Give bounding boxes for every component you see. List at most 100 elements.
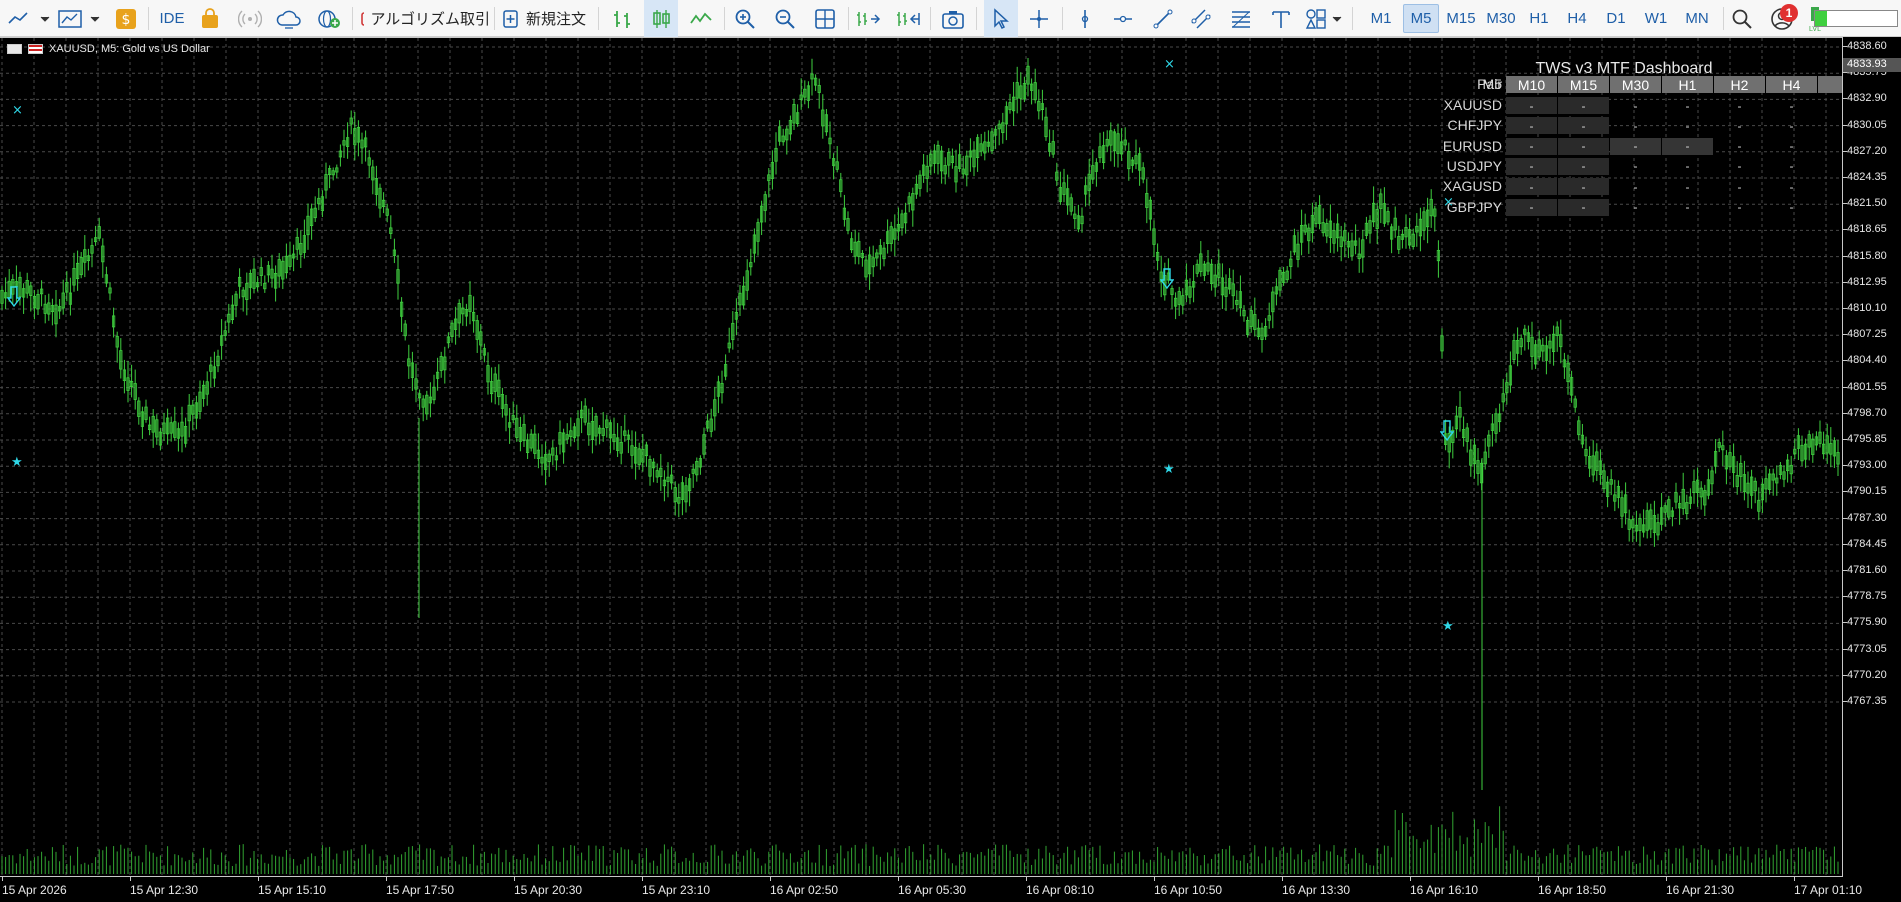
timeframe-h1[interactable]: H1 (1521, 4, 1557, 33)
time-axis[interactable]: 15 Apr 2026 15 Apr 12:30 15 Apr 15:10 15 Ap… (0, 877, 1862, 902)
timeframe-m30[interactable]: M30 (1481, 4, 1521, 33)
timeframe-label: D1 (1606, 10, 1626, 27)
dashboard-head-m30: M30 (1610, 76, 1661, 93)
new-order-button[interactable]: 新規注文 (502, 0, 594, 37)
timeframe-w1[interactable]: W1 (1637, 4, 1675, 33)
market-button[interactable]: $ (112, 0, 140, 37)
timeframe-m15[interactable]: M15 (1441, 4, 1481, 33)
dashboard-cell: - (1685, 179, 1690, 194)
dashboard-cell: - (1685, 118, 1690, 133)
dashboard-head-h2: H2 (1714, 76, 1765, 93)
toolbar-separator (724, 7, 725, 30)
crosshair-tool-button[interactable] (1024, 0, 1054, 37)
dashboard-cell: - (1506, 198, 1557, 216)
dashboard-cell: - (1789, 200, 1794, 214)
time-label: 15 Apr 15:10 (258, 883, 327, 897)
screenshot-button[interactable] (938, 0, 968, 37)
tile-windows-button[interactable] (810, 0, 840, 37)
zoom-out-button[interactable] (770, 0, 800, 37)
dashboard-cell: - (1506, 117, 1557, 135)
us-flag-icon (28, 44, 43, 54)
toolbar-separator (1062, 7, 1063, 30)
dashboard-head-blank (1818, 76, 1842, 93)
price-label: 4781.60 (1847, 564, 1887, 576)
price-label: 4827.20 (1847, 144, 1887, 157)
candlestick-chart-button[interactable] (644, 0, 678, 37)
price-label: 4821.50 (1847, 197, 1887, 210)
level-progress-bar (1814, 10, 1898, 27)
time-label: 16 Apr 10:50 (1154, 883, 1223, 897)
trendline-button[interactable] (1148, 0, 1178, 37)
dashboard-cell: - (1737, 98, 1742, 113)
sell-arrow-icon (1440, 420, 1454, 442)
time-tick (514, 877, 515, 881)
time-tick (1282, 877, 1283, 881)
dashboard-head-m10: M10 (1506, 76, 1557, 93)
templates-dropdown[interactable] (56, 0, 102, 37)
candlestick-icon (653, 9, 670, 28)
timeframe-mn[interactable]: MN (1677, 4, 1717, 33)
price-label: 4773.05 (1847, 642, 1887, 655)
dashboard-head-h4: H4 (1766, 76, 1817, 93)
signals-button[interactable] (236, 0, 264, 37)
dashboard-symbol: EURUSD (1442, 137, 1502, 154)
dashboard-cell: - (1633, 179, 1638, 194)
autoscroll-button[interactable] (892, 0, 924, 37)
zoom-in-icon (735, 9, 755, 29)
timeframe-m5[interactable]: M5 (1403, 4, 1439, 33)
chart-type-dropdown[interactable] (6, 0, 52, 37)
time-label: 16 Apr 08:10 (1026, 883, 1095, 897)
zoom-in-button[interactable] (730, 0, 760, 37)
chart-window[interactable]: XAUUSD, M5: Gold vs US Dollar × × × ★ ★ … (0, 37, 1901, 902)
algo-trading-button[interactable]: アルゴリズム取引 (360, 0, 490, 37)
x-marker: × (1164, 57, 1175, 72)
dashboard-cell: - (1737, 200, 1742, 214)
channel-button[interactable] (1186, 0, 1216, 37)
dashboard-cell: - (1558, 97, 1609, 114)
time-label: 16 Apr 16:10 (1410, 883, 1479, 897)
horizontal-line-button[interactable] (1108, 0, 1138, 37)
dashboard-cell: - (1633, 200, 1638, 214)
text-icon (1272, 10, 1290, 28)
dashboard-cell: - (1558, 137, 1609, 155)
time-label: 15 Apr 20:30 (514, 883, 583, 897)
main-toolbar: $ IDE アルゴリズム取引 新規注文 M1 M5 M15 M30 H1 H4 … (0, 0, 1901, 37)
price-label: 4801.55 (1847, 380, 1887, 393)
price-label: 4824.35 (1847, 171, 1887, 183)
timeframe-h4[interactable]: H4 (1559, 4, 1595, 33)
price-label: 4815.80 (1847, 249, 1887, 262)
market-bag-button[interactable] (196, 0, 224, 37)
dashboard-cell: - (1662, 137, 1713, 155)
price-label: 4793.00 (1847, 459, 1887, 472)
price-label: 4807.25 (1847, 328, 1887, 341)
line-chart-button[interactable] (684, 0, 718, 37)
timeframe-label: W1 (1644, 10, 1668, 27)
chart-symbol-label: XAUUSD, M5: Gold vs US Dollar (49, 43, 210, 55)
price-axis[interactable]: 4838.60 4835.75 4832.90 4830.05 4827.20 4824.… (1843, 37, 1901, 877)
timeframe-label: M30 (1486, 10, 1516, 27)
toolbar-separator (148, 7, 149, 30)
dashboard-symbol: XAGUSD (1442, 178, 1502, 195)
new-order-label: 新規注文 (526, 11, 587, 28)
ide-button[interactable]: IDE (156, 0, 188, 37)
timeframe-label: M5 (1410, 10, 1432, 27)
price-label: 4830.05 (1847, 118, 1887, 131)
web-trading-button[interactable] (314, 0, 344, 37)
menu-flag-icon (7, 44, 22, 54)
text-tool-button[interactable] (1266, 0, 1296, 37)
time-label: 15 Apr 17:50 (386, 883, 455, 897)
vertical-line-button[interactable] (1070, 0, 1100, 37)
chart-shift-button[interactable] (852, 0, 884, 37)
toolbar-separator (930, 7, 931, 30)
bar-chart-button[interactable] (608, 0, 638, 37)
search-button[interactable] (1728, 0, 1756, 37)
shapes-dropdown[interactable] (1304, 0, 1344, 37)
vps-button[interactable] (274, 0, 304, 37)
price-label: 4838.60 (1847, 40, 1887, 52)
fibonacci-button[interactable] (1226, 0, 1256, 37)
timeframe-d1[interactable]: D1 (1597, 4, 1635, 33)
chart-plot-area[interactable]: XAUUSD, M5: Gold vs US Dollar × × × ★ ★ … (0, 37, 1843, 877)
timeframe-m1[interactable]: M1 (1362, 4, 1400, 33)
time-tick (1666, 877, 1667, 881)
cursor-tool-button[interactable] (984, 0, 1018, 37)
